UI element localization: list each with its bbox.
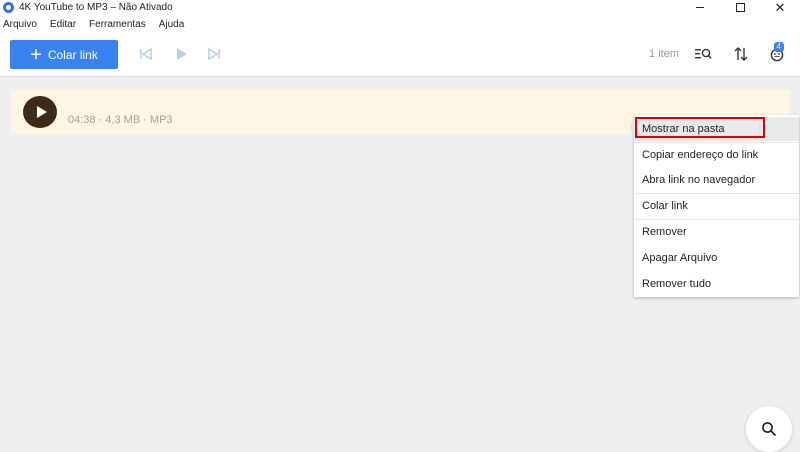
- skip-previous-icon[interactable]: [138, 46, 154, 62]
- skip-next-icon[interactable]: [206, 46, 222, 62]
- paste-link-button[interactable]: + Colar link: [10, 40, 118, 69]
- minimize-icon: [696, 6, 704, 8]
- context-item-remove[interactable]: Remover: [634, 220, 799, 244]
- menu-bar: Arquivo Editar Ferramentas Ajuda: [0, 14, 800, 34]
- minimize-button[interactable]: [680, 0, 720, 14]
- context-menu: Mostrar na pasta Copiar endereço do link…: [634, 115, 799, 297]
- search-list-icon[interactable]: [694, 46, 712, 62]
- download-meta: 04:38 · 4,3 MB · MP3: [68, 114, 173, 126]
- search-icon: [762, 422, 777, 437]
- menu-ajuda[interactable]: Ajuda: [156, 19, 191, 30]
- search-button[interactable]: [746, 406, 792, 452]
- maximize-button[interactable]: [720, 0, 760, 14]
- context-item-show-in-folder[interactable]: Mostrar na pasta: [634, 117, 799, 141]
- window-title: 4K YouTube to MP3 – Não Ativado: [19, 1, 173, 13]
- app-logo-icon: [3, 1, 14, 13]
- plus-icon: +: [30, 43, 42, 66]
- notification-badge: 4: [773, 42, 784, 52]
- play-thumbnail-button[interactable]: [23, 96, 57, 128]
- play-icon: [36, 106, 47, 118]
- play-icon[interactable]: [173, 46, 189, 62]
- menu-ferramentas[interactable]: Ferramentas: [86, 19, 152, 30]
- title-bar: 4K YouTube to MP3 – Não Ativado ✕: [0, 0, 800, 14]
- close-icon: ✕: [774, 0, 786, 15]
- context-item-remove-all[interactable]: Remover tudo: [634, 272, 799, 296]
- maximize-icon: [735, 2, 745, 12]
- menu-arquivo[interactable]: Arquivo: [0, 19, 43, 30]
- toolbar: + Colar link 1 item 4: [0, 34, 800, 77]
- window-controls: ✕: [680, 0, 800, 14]
- context-item-open-in-browser[interactable]: Abra link no navegador: [634, 168, 799, 192]
- paste-link-label: Colar link: [47, 47, 98, 62]
- item-count: 1 item: [649, 48, 679, 60]
- close-button[interactable]: ✕: [760, 0, 800, 14]
- context-item-copy-link[interactable]: Copiar endereço do link: [634, 143, 799, 167]
- menu-editar[interactable]: Editar: [47, 19, 82, 30]
- sort-icon[interactable]: [733, 46, 749, 62]
- context-item-delete-file[interactable]: Apagar Arquivo: [634, 246, 799, 270]
- context-item-paste-link[interactable]: Colar link: [634, 194, 799, 218]
